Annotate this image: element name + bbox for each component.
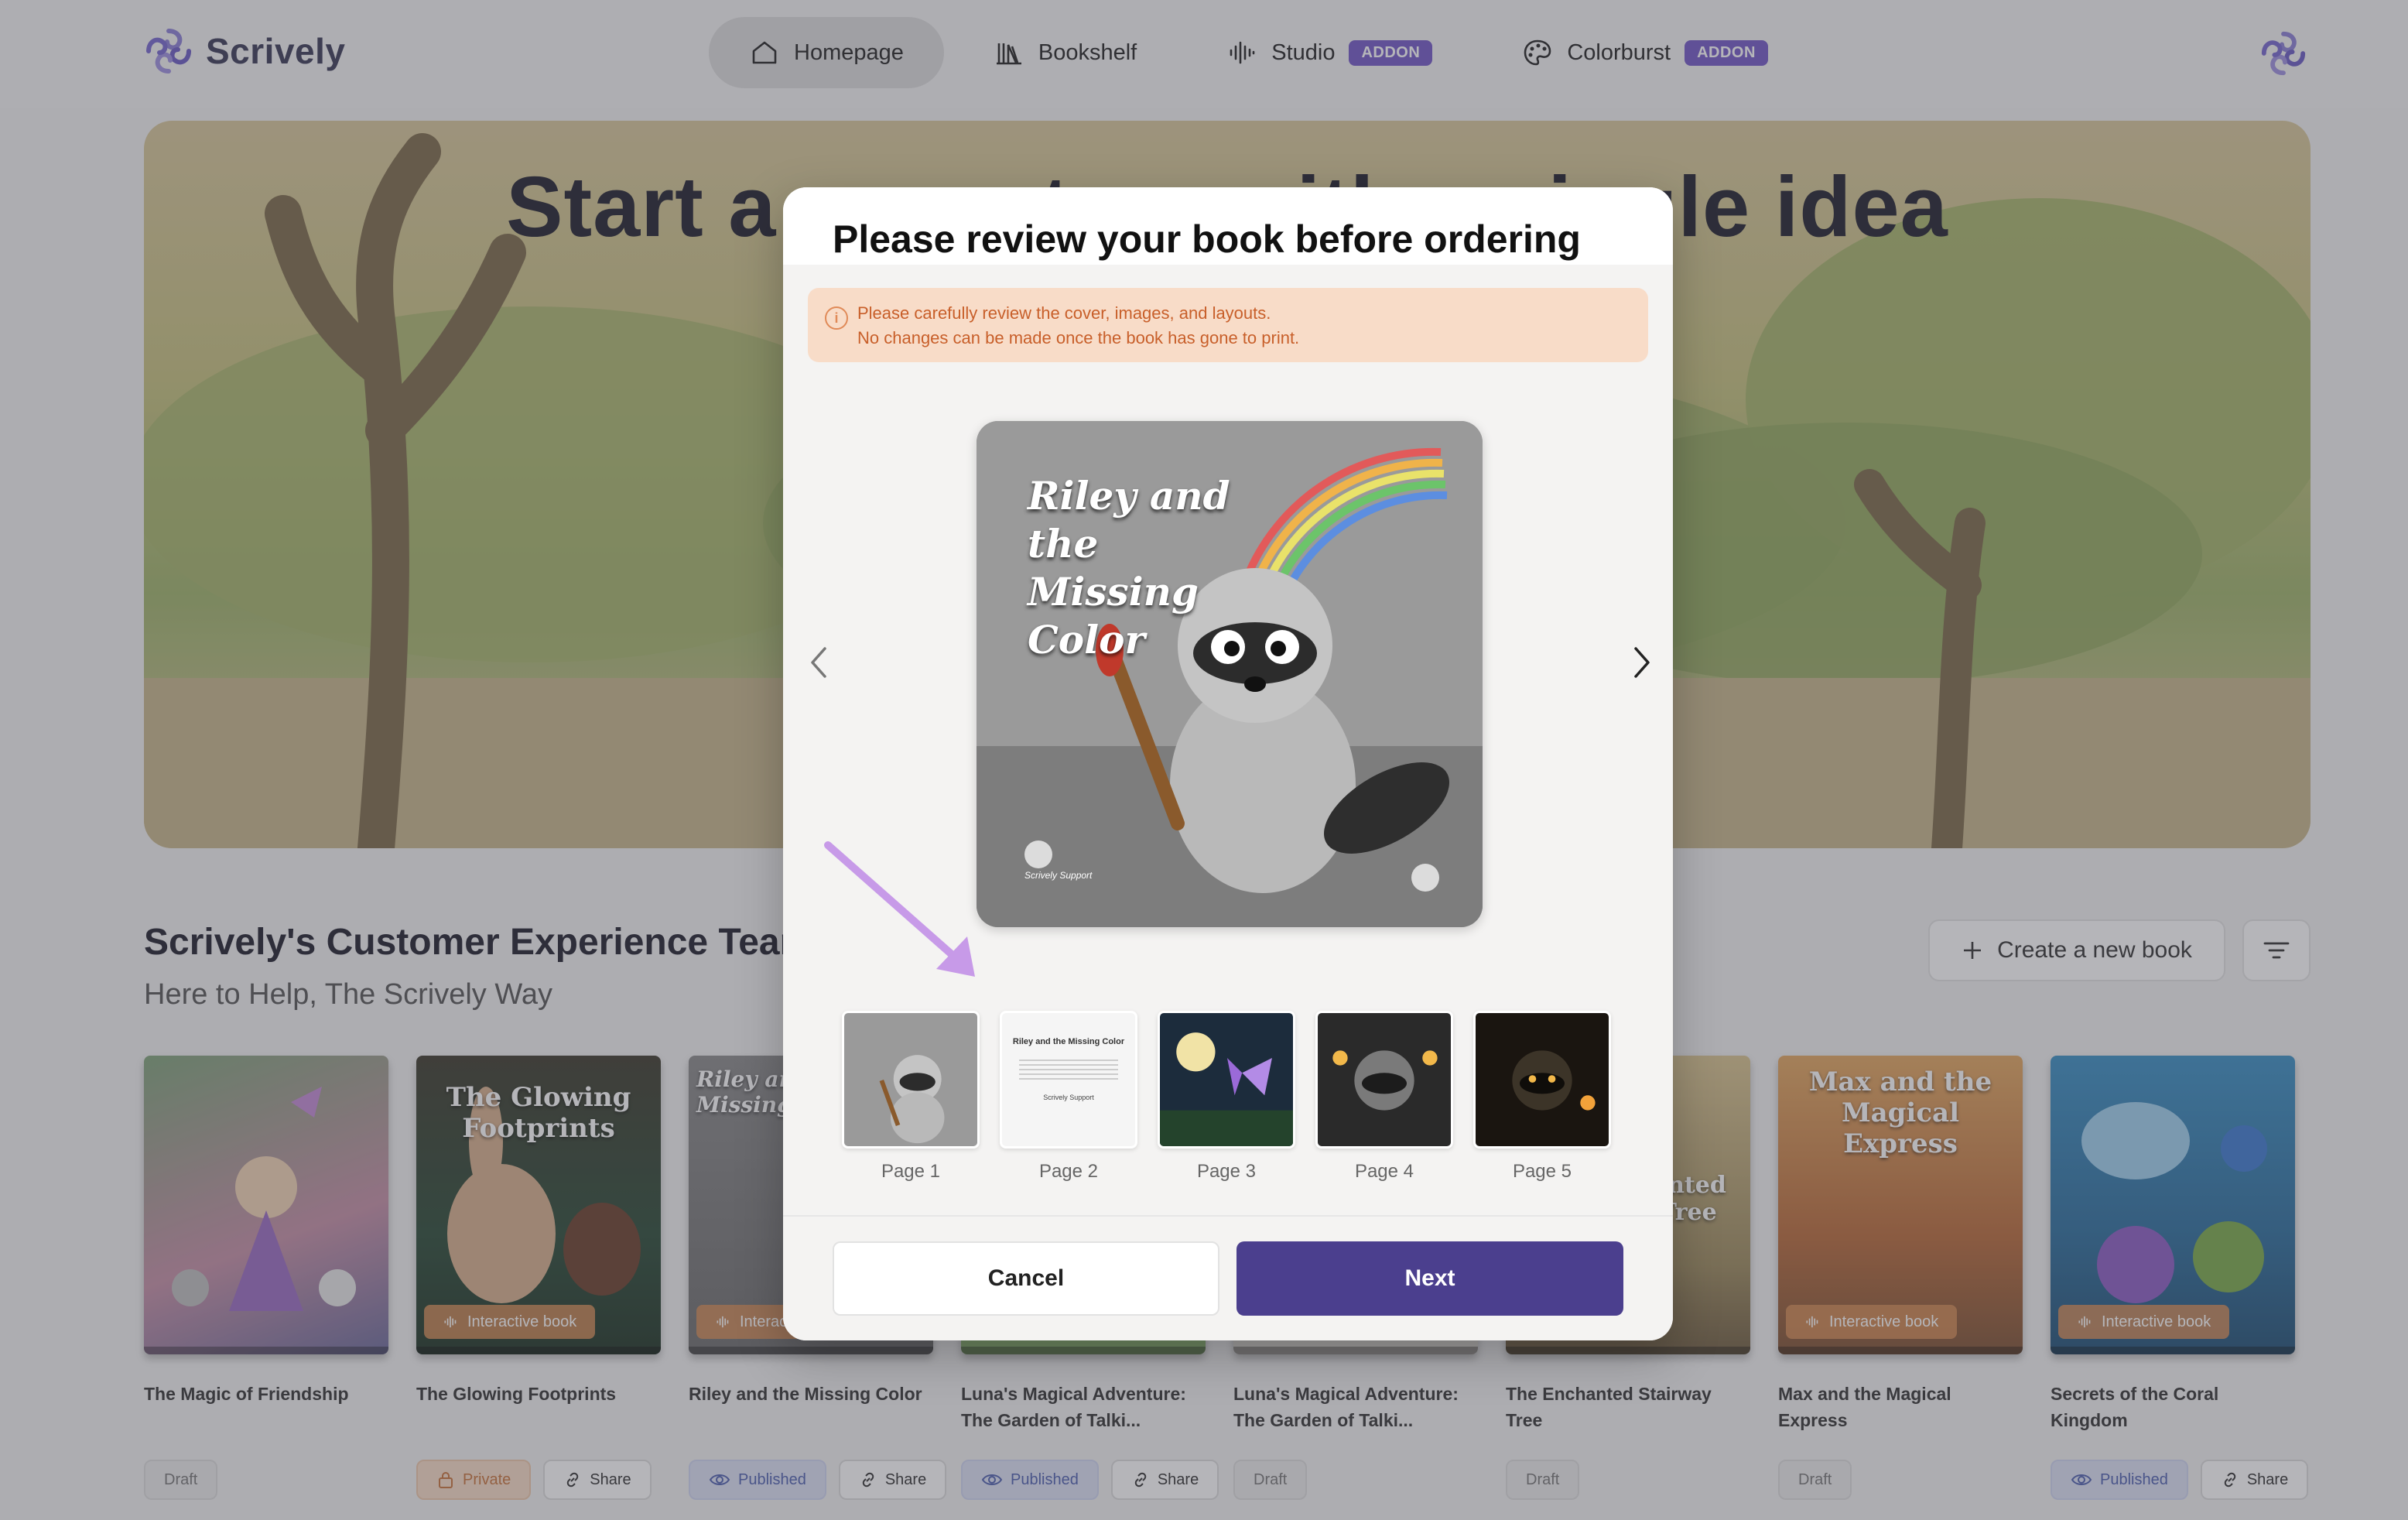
preview-author-credit: Scrively Support	[1024, 870, 1093, 881]
book-page-preview: Riley and the Missing Color Scrively Sup…	[977, 421, 1483, 927]
page-label: Page 1	[881, 1161, 941, 1182]
modal-footer: Cancel Next	[783, 1215, 1673, 1340]
thumbnail-image[interactable]	[1158, 1011, 1295, 1149]
next-page-arrow-icon[interactable]	[1626, 639, 1657, 686]
page-thumbnail[interactable]: Page 3	[1158, 1011, 1295, 1183]
thumbnail-image[interactable]	[1315, 1011, 1453, 1149]
pointer-arrow-annotation	[824, 841, 975, 977]
thumbnail-text-lines	[1019, 1060, 1118, 1083]
page-thumbnail[interactable]: Page 1	[842, 1011, 980, 1183]
warning-text-line-2: No changes can be made once the book has…	[857, 328, 1300, 347]
warning-text-line-1: Please carefully review the cover, image…	[857, 303, 1271, 323]
modal-header: Please review your book before ordering	[783, 187, 1673, 265]
print-warning-alert: i Please carefully review the cover, ima…	[808, 288, 1648, 362]
info-icon: i	[825, 306, 848, 330]
thumbnail-image[interactable]	[1473, 1011, 1611, 1149]
page-label: Page 2	[1038, 1161, 1099, 1182]
modal-title: Please review your book before ordering	[833, 217, 1581, 261]
next-button[interactable]: Next	[1236, 1241, 1623, 1316]
thumbnail-title: Riley and the Missing Color	[1012, 1037, 1125, 1046]
preview-book-title: Riley and the Missing Color	[1028, 473, 1230, 662]
thumbnail-image[interactable]: Riley and the Missing Color Scrively Sup…	[1000, 1011, 1137, 1149]
page-label: Page 3	[1196, 1161, 1257, 1182]
page-label: Page 5	[1512, 1161, 1572, 1182]
page-thumbnails: Page 1 Riley and the Missing Color Scriv…	[842, 1011, 1616, 1182]
page-thumbnail[interactable]: Page 4	[1315, 1011, 1453, 1183]
thumbnail-signature: Scrively Support	[1043, 1094, 1094, 1101]
page-thumbnail[interactable]: Riley and the Missing Color Scrively Sup…	[1000, 1011, 1137, 1183]
thumbnail-image[interactable]	[842, 1011, 980, 1149]
cancel-button[interactable]: Cancel	[833, 1241, 1219, 1316]
review-book-modal: Please review your book before ordering …	[783, 187, 1673, 1340]
page-thumbnail[interactable]: Page 5	[1473, 1011, 1611, 1183]
previous-page-arrow-icon[interactable]	[803, 639, 834, 686]
page-label: Page 4	[1354, 1161, 1414, 1182]
